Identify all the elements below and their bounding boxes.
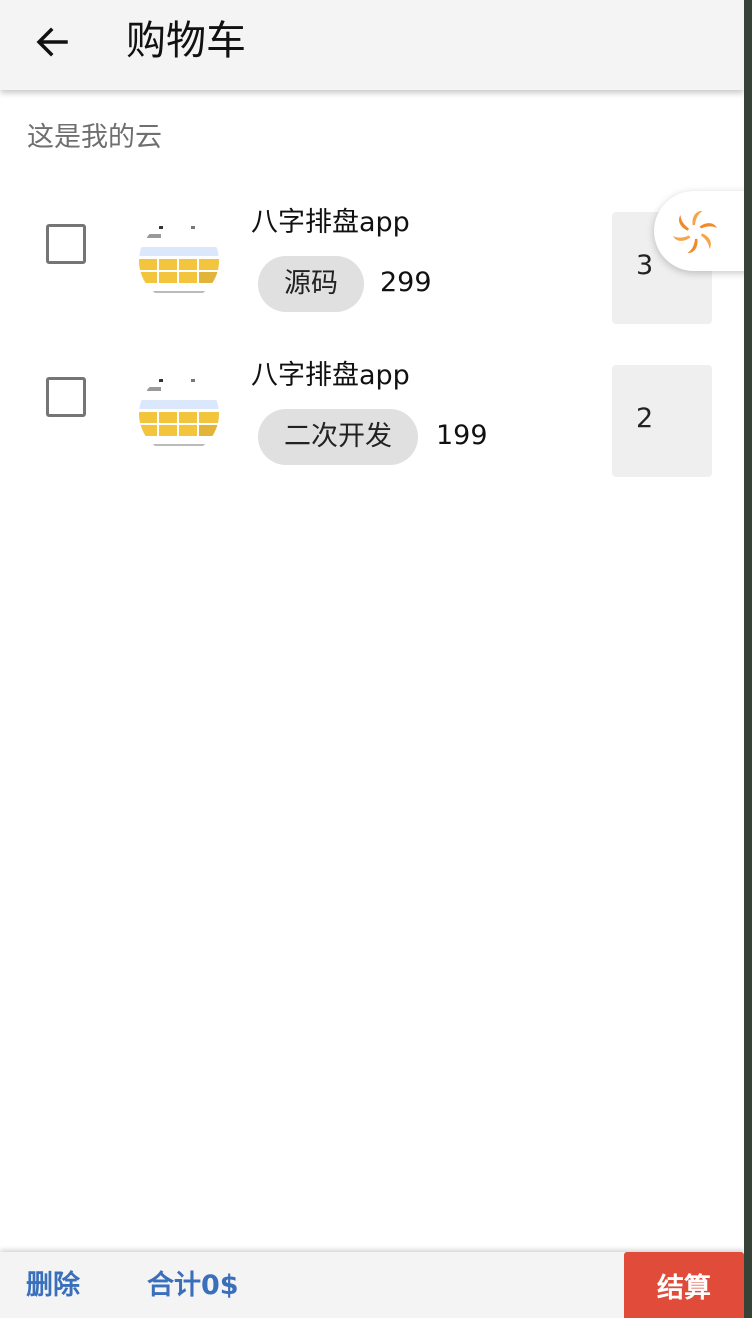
- product-type-chip[interactable]: 二次开发: [258, 409, 418, 465]
- delete-button[interactable]: 删除: [26, 1264, 80, 1308]
- product-name: 八字排盘app: [251, 360, 410, 391]
- product-type-chip[interactable]: 源码: [258, 256, 364, 312]
- swirl-logo-icon: [673, 210, 717, 254]
- product-price: 199: [436, 420, 488, 451]
- app-bar: 购物车: [0, 0, 744, 90]
- item-checkbox[interactable]: [46, 224, 86, 264]
- page-title: 购物车: [126, 18, 246, 64]
- quantity-value: 2: [636, 403, 654, 434]
- product-price: 299: [380, 267, 432, 298]
- bottom-action-bar: 删除 合计0$ 结算: [0, 1252, 744, 1318]
- back-button[interactable]: [26, 16, 78, 68]
- item-checkbox[interactable]: [46, 377, 86, 417]
- screen: 购物车 这是我的云 八字排盘app 源码 299 3 八字排盘app 二次开发 …: [0, 0, 744, 1318]
- quantity-field[interactable]: 2: [612, 365, 712, 477]
- quantity-value: 3: [636, 250, 654, 281]
- product-thumbnail: [139, 374, 219, 454]
- arrow-left-icon: [36, 27, 68, 57]
- cart-item: 八字排盘app 二次开发 199 2: [0, 348, 744, 478]
- floating-assistant-button[interactable]: [654, 191, 744, 271]
- product-thumbnail: [139, 221, 219, 301]
- total-amount: 合计0$: [147, 1270, 239, 1301]
- product-name: 八字排盘app: [251, 207, 410, 238]
- checkout-button[interactable]: 结算: [624, 1252, 744, 1318]
- cart-item: 八字排盘app 源码 299 3: [0, 195, 744, 325]
- cloud-subtitle: 这是我的云: [27, 122, 162, 153]
